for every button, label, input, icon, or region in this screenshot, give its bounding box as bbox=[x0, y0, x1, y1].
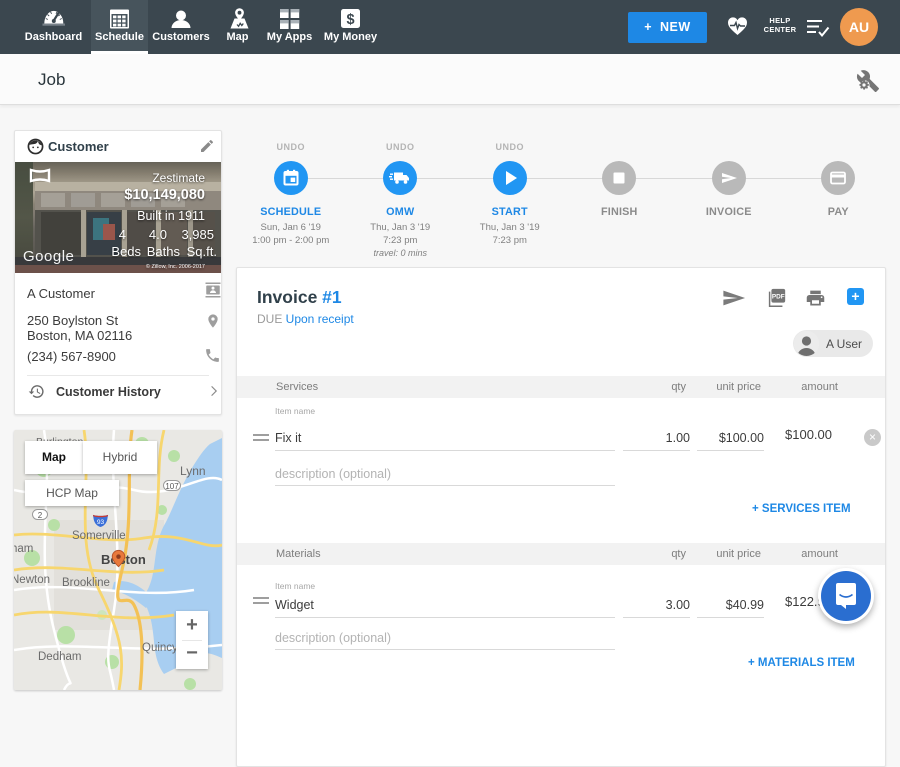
svg-text:93: 93 bbox=[97, 519, 105, 526]
svg-text:$: $ bbox=[346, 12, 354, 28]
svg-text:PDF: PDF bbox=[772, 293, 785, 300]
